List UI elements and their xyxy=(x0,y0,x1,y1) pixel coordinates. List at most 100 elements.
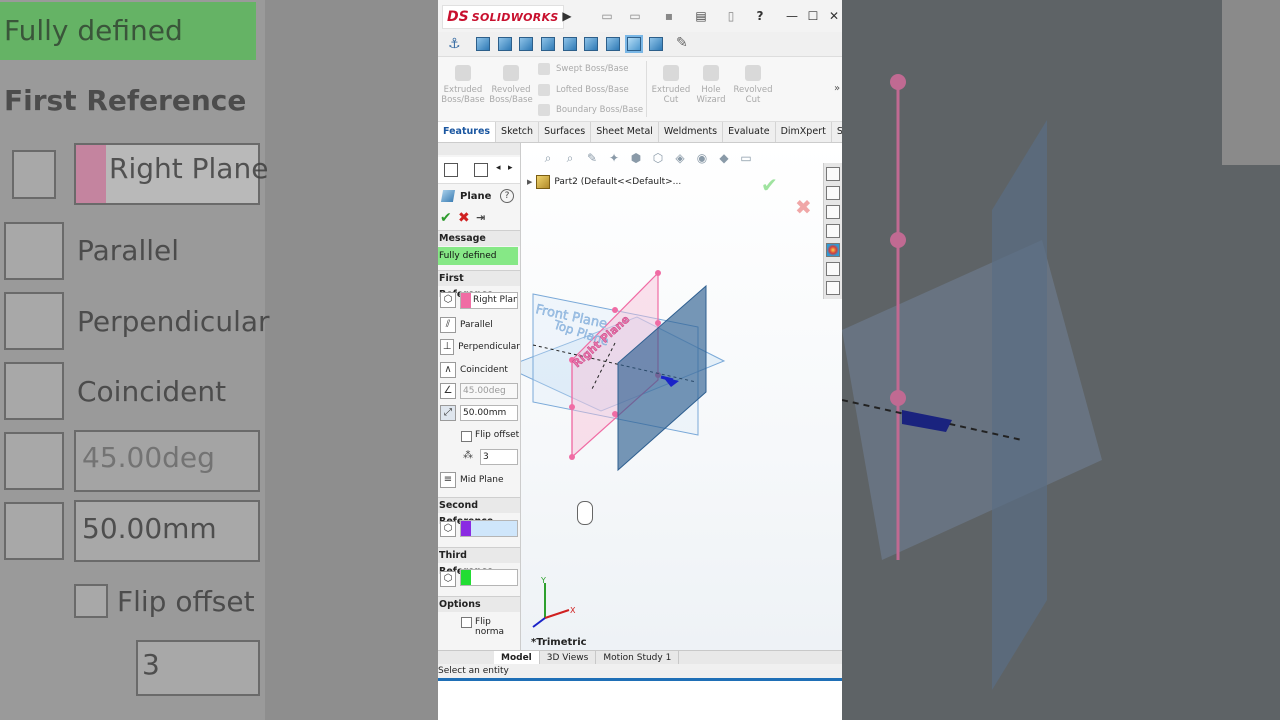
solidworks-logo[interactable]: DS SOLIDWORKS xyxy=(442,5,564,29)
top-view-icon[interactable] xyxy=(584,37,598,51)
help-icon[interactable]: ? xyxy=(752,8,768,24)
second-reference-heading[interactable]: Second Reference xyxy=(438,497,520,527)
view-orientation-icon[interactable] xyxy=(476,37,490,51)
instances-icon: ⁂ xyxy=(463,450,473,461)
third-reference-field[interactable] xyxy=(460,569,518,586)
flip-normal-label: Flip norma xyxy=(475,617,505,637)
background-first-reference-value: Right Plane xyxy=(109,152,269,185)
isometric-view-icon[interactable] xyxy=(625,35,643,53)
status-bar: Select an entity xyxy=(438,664,842,678)
bottom-tabs: Model 3D Views Motion Study 1 xyxy=(438,650,842,665)
cancel-x-icon[interactable]: ✖ xyxy=(458,210,470,226)
revolved-cut-label: Revolved Cut xyxy=(733,85,773,105)
left-view-icon[interactable] xyxy=(541,37,555,51)
pin-icon[interactable]: ⚓ xyxy=(448,36,461,52)
first-reference-value: Right Plane xyxy=(473,295,517,305)
tab-sheet-metal[interactable]: Sheet Metal xyxy=(591,122,659,142)
lofted-boss-button[interactable]: Lofted Boss/Base xyxy=(538,84,629,96)
right-view-icon[interactable] xyxy=(563,37,577,51)
sweep-icon xyxy=(538,63,550,75)
tab-3d-views[interactable]: 3D Views xyxy=(540,651,597,665)
feature-manager-icon[interactable] xyxy=(444,163,458,177)
mid-plane-option[interactable]: ≡ Mid Plane xyxy=(438,470,520,490)
tab-features[interactable]: Features xyxy=(438,122,497,142)
tab-motion-study[interactable]: Motion Study 1 xyxy=(596,651,680,665)
options-heading[interactable]: Options xyxy=(438,596,520,612)
close-icon[interactable]: ✕ xyxy=(826,8,842,24)
options-icon[interactable]: ▯ xyxy=(724,9,738,23)
home-icon[interactable] xyxy=(826,167,840,181)
print-icon[interactable]: ▤ xyxy=(694,9,708,23)
graphics-area[interactable]: ⌕ ⌕ ✎ ✦ ⬢ ⬡ ◈ ◉ ◆ ▭ ▶ Part2 (Default<<De… xyxy=(521,143,842,650)
tab-evaluate[interactable]: Evaluate xyxy=(723,122,776,142)
tab-dimxpert[interactable]: DimXpert xyxy=(776,122,832,142)
front-view-icon[interactable] xyxy=(498,37,512,51)
swept-boss-button[interactable]: Swept Boss/Base xyxy=(538,63,628,75)
appearances-icon[interactable] xyxy=(826,243,840,257)
coincident-icon: ∧ xyxy=(440,362,456,378)
triad-x-label: X xyxy=(570,606,576,615)
flip-offset-checkbox[interactable] xyxy=(461,431,472,442)
design-library-icon[interactable] xyxy=(826,186,840,200)
parallel-label: Parallel xyxy=(460,320,493,330)
background-reference-swatch xyxy=(76,145,106,203)
ribbon-more-icon[interactable]: » xyxy=(834,83,840,94)
boundary-boss-button[interactable]: Boundary Boss/Base xyxy=(538,104,643,116)
property-manager-icon[interactable] xyxy=(474,163,488,177)
back-view-icon[interactable] xyxy=(519,37,533,51)
new-document-icon[interactable]: ▭ xyxy=(600,9,614,23)
save-icon[interactable]: ▪ xyxy=(662,9,676,23)
extruded-cut-label: Extruded Cut xyxy=(651,85,691,105)
file-explorer-icon[interactable] xyxy=(826,205,840,219)
custom-properties-icon[interactable] xyxy=(826,262,840,276)
property-manager-actions: ✔ ✖ ⇥ xyxy=(438,209,520,227)
tab-sketch[interactable]: Sketch xyxy=(496,122,540,142)
tab-solidworks-addins[interactable]: SOLIDW... xyxy=(832,122,842,142)
revolved-cut-button[interactable]: Revolved Cut xyxy=(728,65,778,105)
coincident-option[interactable]: ∧ Coincident xyxy=(438,360,520,380)
tab-weldments[interactable]: Weldments xyxy=(659,122,724,142)
menu-expand-icon[interactable]: ▶ xyxy=(560,9,574,23)
second-reference-field[interactable] xyxy=(460,520,518,537)
third-reference-heading[interactable]: Third Reference xyxy=(438,547,520,577)
background-left-panel: Fully defined First Reference Right Plan… xyxy=(0,0,438,720)
first-reference-heading[interactable]: First Reference xyxy=(438,270,520,300)
revolved-boss-button[interactable]: Revolved Boss/Base xyxy=(486,65,536,105)
trimetric-view-icon[interactable] xyxy=(649,37,663,51)
view-orientation-label: *Trimetric xyxy=(531,637,587,648)
angle-input[interactable]: 45.00deg xyxy=(460,383,518,399)
forum-icon[interactable] xyxy=(826,281,840,295)
flip-normal-checkbox[interactable] xyxy=(461,617,472,628)
tab-model[interactable]: Model xyxy=(494,651,540,665)
scroll-right-icon[interactable]: ▸ xyxy=(508,163,513,173)
message-heading[interactable]: Message xyxy=(438,230,520,246)
first-reference-field[interactable]: Right Plane xyxy=(460,292,518,309)
tab-surfaces[interactable]: Surfaces xyxy=(539,122,592,142)
bottom-view-icon[interactable] xyxy=(606,37,620,51)
background-perpendicular-icon xyxy=(4,292,64,350)
hole-wizard-icon xyxy=(703,65,719,81)
panel-splitter[interactable] xyxy=(438,143,520,155)
background-coincident: Coincident xyxy=(77,375,227,408)
view-palette-icon[interactable] xyxy=(826,224,840,238)
third-reference-icon: ⬡ xyxy=(440,571,456,587)
background-message: Fully defined xyxy=(0,2,256,60)
help-icon[interactable]: ? xyxy=(500,189,514,203)
normal-to-icon[interactable]: ✎ xyxy=(676,35,688,51)
perpendicular-option[interactable]: ⊥ Perpendicular xyxy=(438,337,520,357)
background-first-reference-heading: First Reference xyxy=(4,84,247,117)
open-document-icon[interactable]: ▭ xyxy=(628,9,642,23)
maximize-icon[interactable]: ☐ xyxy=(805,8,821,24)
extruded-boss-button[interactable]: Extruded Boss/Base xyxy=(438,65,488,105)
ok-check-icon[interactable]: ✔ xyxy=(440,210,452,226)
offset-distance-input[interactable]: 50.00mm xyxy=(460,405,518,421)
message-status: Fully defined xyxy=(438,247,518,265)
scroll-left-icon[interactable]: ◂ xyxy=(496,163,501,173)
instances-input[interactable]: 3 xyxy=(480,449,518,465)
minimize-icon[interactable]: — xyxy=(784,8,800,24)
perpendicular-label: Perpendicular xyxy=(458,342,520,352)
parallel-option[interactable]: ⫽ Parallel xyxy=(438,315,520,335)
solidworks-window: DS SOLIDWORKS ▶ ▭ ▭ ▪ ▤ ▯ ? — ☐ ✕ ⚓ ✎ Ex… xyxy=(438,0,842,720)
property-manager-header: Plane ? xyxy=(438,185,520,207)
pushpin-icon[interactable]: ⇥ xyxy=(476,210,485,226)
